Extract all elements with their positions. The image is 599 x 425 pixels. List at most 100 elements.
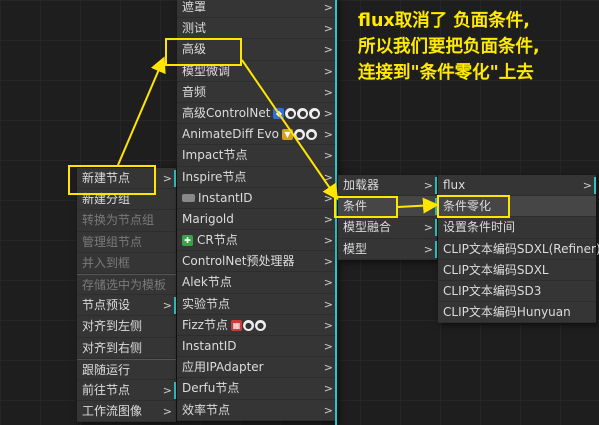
badge-icon: ●: [305, 129, 317, 141]
menu-item-mask[interactable]: 遮罩 >: [177, 0, 337, 19]
menu-item-workflow-image[interactable]: 工作流图像 >: [77, 401, 176, 423]
chevron-right-icon: >: [323, 64, 333, 78]
chevron-right-icon: >: [423, 200, 433, 214]
annotation-line-1: flux取消了 负面条件,: [358, 11, 530, 31]
menu-item-label: Alek节点: [182, 275, 232, 290]
menu-item-label: Impact节点: [182, 148, 248, 163]
menu-item-advanced-controlnet[interactable]: 高级ControlNet ◆ ● ● ● >: [177, 103, 337, 125]
menu-item-marigold[interactable]: Marigold >: [177, 209, 337, 231]
chevron-right-icon: >: [323, 318, 333, 332]
puzzle-icon: ✚: [182, 235, 193, 247]
menu-item-label: 管理组节点: [82, 234, 143, 249]
menu-item-label: 跟随运行: [82, 362, 131, 377]
chevron-right-icon: >: [162, 299, 172, 313]
menu-item-model[interactable]: 模型 >: [338, 239, 437, 260]
menu-item-label: 加载器: [343, 178, 380, 192]
menu-item-efficiency[interactable]: 效率节点 >: [177, 400, 337, 421]
menu-item-audio[interactable]: 音频 >: [177, 82, 337, 103]
menu-item-label: 模型: [343, 241, 368, 256]
menu-item-impact[interactable]: Impact节点 >: [177, 145, 337, 167]
menu-item-align-right[interactable]: 对齐到右侧: [77, 338, 176, 359]
badge-icon: ●: [293, 129, 305, 141]
badge-icon: ●: [254, 319, 266, 331]
menu-item-instantid-1[interactable]: InstantID >: [177, 188, 337, 209]
menu-item-inspire[interactable]: Inspire节点 >: [177, 167, 337, 188]
menu-item-label: 对齐到右侧: [82, 340, 143, 355]
menu-item-label: InstantID: [182, 339, 237, 353]
menu-item-label: ControlNet预处理器: [182, 254, 295, 269]
menu-item-cr[interactable]: ✚ CR节点 >: [177, 230, 337, 252]
menu-item-fizz[interactable]: Fizz节点 ▦ ● ● >: [177, 315, 337, 336]
keyboard-icon: [182, 194, 195, 203]
submenu-indicator: [435, 240, 437, 258]
chevron-right-icon: >: [323, 234, 333, 248]
menu-item-manage-group[interactable]: 管理组节点: [77, 232, 176, 253]
menu-item-animatediff[interactable]: AnimateDiff Evo ▼ ● ● >: [177, 124, 337, 146]
menu-item-label: 音频: [182, 84, 207, 99]
chevron-right-icon: >: [423, 179, 433, 192]
menu-item-label: 模型融合: [343, 220, 392, 235]
menu-item-save-template[interactable]: 存储选中为模板: [77, 273, 176, 296]
menu-item-label: 前往节点: [82, 382, 131, 397]
chevron-right-icon: >: [162, 383, 172, 397]
menu-item-test[interactable]: 测试 >: [177, 18, 337, 40]
chevron-right-icon: >: [323, 191, 333, 205]
menu-item-label: 节点预设: [82, 298, 131, 313]
badge-icon: ●: [242, 319, 254, 331]
chevron-right-icon: >: [423, 221, 433, 235]
menu-item-label: 高级ControlNet: [182, 106, 271, 121]
chevron-right-icon: >: [323, 403, 333, 417]
menu-item-label: 遮罩: [182, 0, 207, 14]
chevron-right-icon: >: [323, 361, 333, 375]
menu-item-label: 设置条件时间: [443, 220, 516, 235]
menu-item-experimental[interactable]: 实验节点 >: [177, 294, 337, 315]
chevron-right-icon: >: [323, 149, 333, 163]
annotation-line-2: 所以我们要把负面条件,: [358, 37, 540, 57]
menu-item-label: 实验节点: [182, 296, 231, 311]
menu-item-clip-sdxl[interactable]: CLIP文本编码SDXL: [438, 260, 596, 281]
chevron-right-icon: >: [323, 22, 333, 36]
chevron-right-icon: >: [323, 340, 333, 353]
menu-item-clip-hunyuan[interactable]: CLIP文本编码Hunyuan: [438, 302, 596, 324]
menu-item-alek[interactable]: Alek节点 >: [177, 272, 337, 294]
menu-item-set-conditioning-timestep[interactable]: 设置条件时间: [438, 217, 596, 239]
chevron-right-icon: >: [323, 106, 333, 120]
badge-icon: ●: [285, 107, 297, 119]
menu-item-clip-sdxl-refiner[interactable]: CLIP文本编码SDXL(Refiner): [438, 239, 599, 260]
menu-item-flux[interactable]: flux >: [438, 175, 596, 197]
menu-item-label: 工作流图像: [82, 404, 143, 419]
chevron-right-icon: >: [323, 170, 333, 184]
menu-item-goto-node[interactable]: 前往节点 >: [77, 380, 176, 402]
chevron-right-icon: >: [323, 85, 333, 99]
menu-item-label: AnimateDiff Evo: [182, 127, 279, 142]
menu-item-follow-run[interactable]: 跟随运行: [77, 358, 176, 380]
menu-item-label: CLIP文本编码Hunyuan: [443, 305, 571, 320]
menu-item-align-left[interactable]: 对齐到左侧: [77, 316, 176, 338]
calendar-icon: ▦: [230, 319, 242, 331]
highlight-box-conditioning: [334, 196, 398, 218]
chevron-right-icon: >: [323, 1, 333, 14]
menu-item-model-merging[interactable]: 模型融合 >: [338, 217, 437, 239]
annotation-text: flux取消了 负面条件, 所以我们要把负面条件, 连接到"条件零化"上去: [358, 8, 598, 86]
menu-item-derfu[interactable]: Derfu节点 >: [177, 378, 337, 400]
submenu-indicator: [174, 170, 176, 187]
menu-item-controlnet-preprocessor[interactable]: ControlNet预处理器 >: [177, 251, 337, 273]
annotation-line-3: 连接到"条件零化"上去: [358, 63, 534, 83]
badge-icon: ●: [297, 107, 309, 119]
menu-item-label: 并入到框: [82, 255, 131, 270]
menu-item-ipadapter[interactable]: 应用IPAdapter >: [177, 357, 337, 379]
menu-item-loaders[interactable]: 加载器 >: [338, 175, 437, 197]
menu-item-convert-group[interactable]: 转换为节点组: [77, 210, 176, 232]
menu-item-label: CLIP文本编码SDXL(Refiner): [443, 241, 599, 256]
menu-item-label: 效率节点: [182, 402, 231, 417]
menu-item-merge-frame[interactable]: 并入到框: [77, 253, 176, 274]
submenu-indicator: [174, 381, 176, 399]
chevron-right-icon: >: [162, 405, 172, 419]
menu-item-clip-sd3[interactable]: CLIP文本编码SD3: [438, 281, 596, 303]
menu-item-instantid-2[interactable]: InstantID >: [177, 336, 337, 358]
chevron-right-icon: >: [323, 212, 333, 226]
menu-item-node-presets[interactable]: 节点预设 >: [77, 295, 176, 317]
badge-icon: ●: [309, 107, 321, 119]
menu-item-label: Fizz节点: [182, 317, 228, 332]
menu-item-label: flux: [443, 178, 466, 192]
